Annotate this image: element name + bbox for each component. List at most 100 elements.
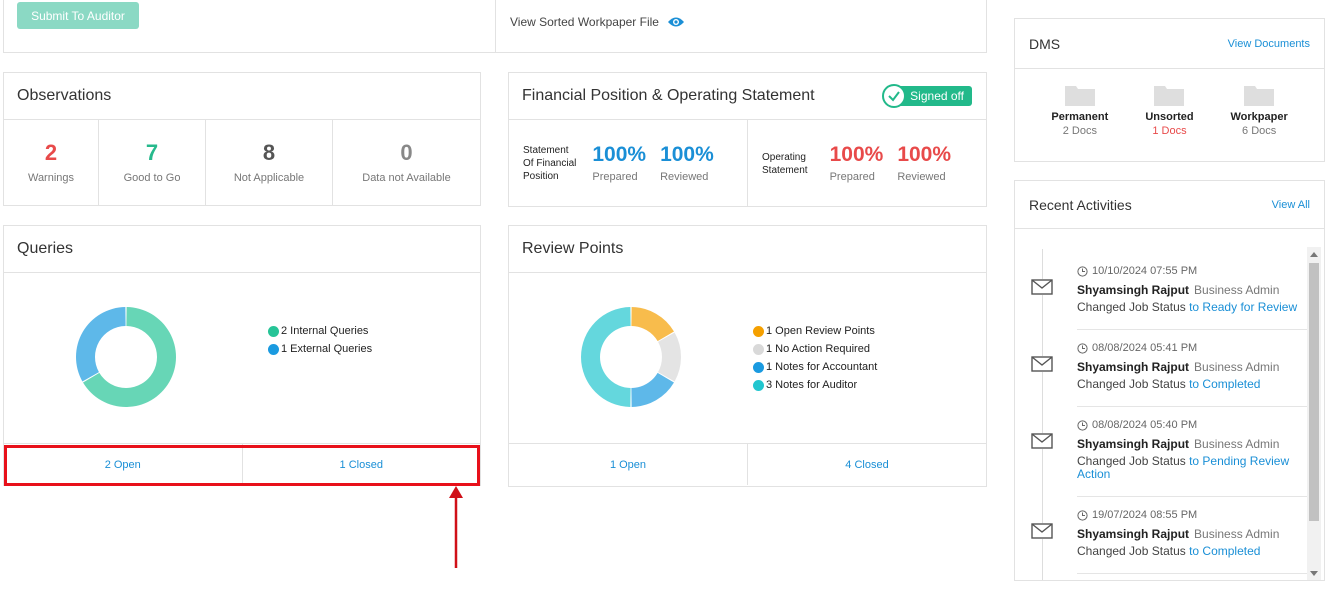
mail-icon [1031, 356, 1053, 372]
os-prepared-label: Prepared [829, 171, 875, 183]
review-points-card: Review Points 1 Open Review Points 1 No … [508, 225, 987, 487]
mail-icon [1031, 523, 1053, 539]
review-slice-0[interactable] [631, 307, 674, 342]
dms-title: DMS [1029, 35, 1061, 52]
review-donut-chart [581, 307, 681, 407]
dms-permanent-count: 2 Docs [1062, 125, 1097, 137]
obs-good-to-go[interactable]: 7 Good to Go [99, 120, 206, 206]
activity-user: Shyamsingh Rajput [1077, 360, 1190, 374]
sfp-prepared-value: 100% [592, 143, 647, 166]
activity-target: to Ready for Review [1189, 300, 1298, 314]
clock-icon [1077, 342, 1088, 354]
clock-icon [1077, 265, 1088, 277]
obs-not-applicable[interactable]: 8 Not Applicable [206, 120, 333, 206]
observations-title: Observations [4, 73, 480, 120]
signed-off-label: Signed off [896, 86, 972, 106]
activity-role: Business Admin [1194, 437, 1280, 451]
review-slice-2[interactable] [631, 372, 674, 407]
legend-internal-queries: 2 Internal Queries [268, 322, 372, 340]
sfp-label: Statement Of Financial Position [523, 145, 577, 182]
obs-good-label: Good to Go [123, 172, 181, 184]
activity-role: Business Admin [1194, 527, 1280, 541]
financial-card: Financial Position & Operating Statement… [508, 72, 987, 207]
view-sorted-workpaper-label: View Sorted Workpaper File [510, 15, 659, 29]
obs-data-not-available[interactable]: 0 Data not Available [333, 120, 480, 206]
activity-role: Business Admin [1194, 283, 1280, 297]
obs-warnings-label: Warnings [27, 172, 75, 184]
folder-icon [1244, 86, 1275, 106]
folder-icon [1154, 86, 1185, 106]
clock-icon [1077, 509, 1088, 521]
dms-unsorted-name: Unsorted [1145, 111, 1194, 123]
sfp-reviewed-label: Reviewed [660, 171, 709, 183]
activity-user: Shyamsingh Rajput [1077, 283, 1190, 297]
check-circle-icon [882, 84, 907, 108]
activity-target: to Completed [1189, 544, 1261, 558]
scroll-down-icon[interactable] [1310, 571, 1318, 576]
review-legend: 1 Open Review Points 1 No Action Require… [753, 322, 877, 394]
sfp-reviewed[interactable]: 100% Reviewed [660, 144, 714, 183]
activity-user: Shyamsingh Rajput [1077, 437, 1190, 451]
red-arrow-annotation [449, 486, 463, 568]
folder-icon [1064, 86, 1095, 106]
dms-folder-permanent[interactable]: Permanent 2 Docs [1040, 83, 1120, 137]
sfp-section: Statement Of Financial Position 100% Pre… [509, 120, 748, 207]
legend-notes-for-accountant: 1 Notes for Accountant [753, 358, 877, 376]
view-sorted-workpaper-link[interactable]: View Sorted Workpaper File [510, 15, 685, 29]
dms-folder-unsorted[interactable]: Unsorted 1 Docs [1129, 83, 1209, 137]
obs-na-label: Not Applicable [233, 172, 305, 184]
sfp-reviewed-value: 100% [660, 143, 714, 166]
dms-unsorted-count: 1 Docs [1152, 125, 1187, 137]
mail-icon [1031, 279, 1053, 295]
queries-slice-1[interactable] [76, 307, 126, 382]
obs-warnings[interactable]: 2 Warnings [4, 120, 99, 206]
obs-dna-value: 0 [400, 140, 413, 165]
activities-scrollbar[interactable] [1307, 247, 1321, 580]
os-reviewed-value: 100% [897, 143, 952, 166]
top-left-panel: Submit To Auditor [3, 0, 496, 53]
dms-workpaper-name: Workpaper [1230, 111, 1288, 123]
recent-activities-title: Recent Activities [1029, 196, 1132, 213]
highlight-box [4, 445, 480, 486]
view-all-link[interactable]: View All [1272, 199, 1310, 211]
os-reviewed-label: Reviewed [897, 171, 946, 183]
activity-action: Changed Job Status [1077, 454, 1190, 468]
activity-action: Changed Job Status [1077, 300, 1190, 314]
activity-action: Changed Job Status [1077, 377, 1190, 391]
os-section: Operating Statement 100% Prepared 100% R… [748, 120, 965, 207]
obs-na-value: 8 [262, 140, 276, 165]
legend-notes-for-auditor: 3 Notes for Auditor [753, 376, 877, 394]
dms-folder-workpaper[interactable]: Workpaper 6 Docs [1219, 83, 1299, 137]
queries-legend: 2 Internal Queries 1 External Queries [268, 322, 372, 358]
scroll-up-icon[interactable] [1310, 252, 1318, 257]
os-prepared[interactable]: 100% Prepared [830, 144, 884, 183]
scroll-thumb[interactable] [1309, 263, 1319, 521]
os-prepared-value: 100% [829, 143, 884, 166]
os-label: Operating Statement [762, 151, 808, 176]
legend-external-queries: 1 External Queries [268, 340, 372, 358]
activity-time: 08/08/2024 05:41 PM [1092, 342, 1198, 354]
legend-no-action-required: 1 No Action Required [753, 340, 877, 358]
review-closed-link[interactable]: 4 Closed [748, 444, 986, 485]
activity-action: Changed Job Status [1077, 544, 1190, 558]
activity-time: 08/08/2024 05:40 PM [1092, 419, 1198, 431]
dms-card: DMS View Documents Permanent 2 Docs Unso… [1014, 18, 1325, 162]
os-reviewed[interactable]: 100% Reviewed [897, 144, 951, 183]
dms-permanent-name: Permanent [1051, 111, 1109, 123]
eye-icon [667, 17, 684, 27]
clock-icon [1077, 419, 1088, 431]
view-documents-link[interactable]: View Documents [1228, 38, 1310, 50]
submit-to-auditor-button[interactable]: Submit To Auditor [17, 2, 139, 29]
legend-open-review-points: 1 Open Review Points [753, 322, 877, 340]
recent-activities-card: Recent Activities View All 10/10/2024 07… [1014, 180, 1325, 581]
obs-warnings-value: 2 [44, 140, 58, 165]
obs-good-value: 7 [145, 140, 159, 165]
top-right-panel: View Sorted Workpaper File [495, 0, 987, 53]
activity-target: to Completed [1189, 377, 1261, 391]
activity-time: 19/07/2024 08:55 PM [1092, 509, 1198, 521]
review-open-link[interactable]: 1 Open [509, 444, 748, 485]
queries-title: Queries [4, 226, 480, 273]
sfp-prepared[interactable]: 100% Prepared [592, 144, 646, 183]
review-slice-3[interactable] [581, 307, 631, 407]
review-slice-1[interactable] [658, 332, 681, 382]
